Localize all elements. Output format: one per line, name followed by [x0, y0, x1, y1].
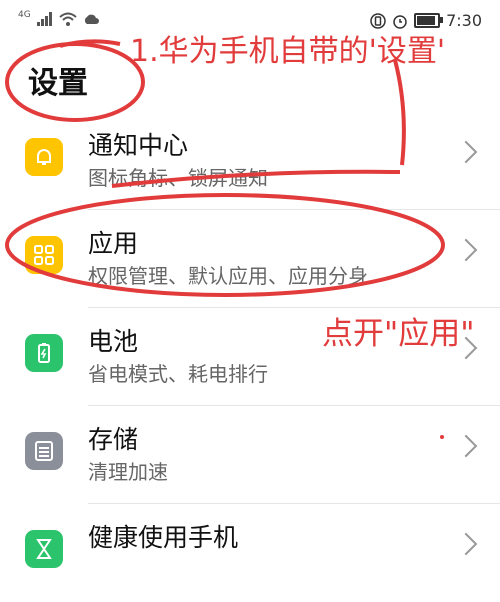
annotation-step2: 点开"应用": [322, 316, 475, 352]
apps-grid-icon: [25, 236, 63, 274]
settings-item-digital-balance[interactable]: 健康使用手机: [0, 504, 500, 602]
chevron-right-icon: [454, 140, 478, 164]
settings-list: 通知中心 图标角标、锁屏通知 应用 权限管理、默认应用、应用分身 电池 省电模式…: [0, 112, 500, 602]
item-label: 电池: [88, 327, 139, 356]
item-label: 健康使用手机: [88, 523, 239, 552]
signal-icon: [36, 12, 52, 26]
clock: 7:30: [446, 11, 482, 30]
hourglass-icon: [25, 530, 63, 568]
chevron-right-icon: [454, 532, 478, 556]
chevron-right-icon: [454, 434, 478, 458]
page-title: 设置: [28, 66, 88, 101]
item-subtitle: 图标角标、锁屏通知: [88, 166, 268, 190]
item-label: 存储: [88, 425, 139, 454]
item-subtitle: 权限管理、默认应用、应用分身: [88, 264, 368, 288]
battery-fill: [417, 16, 435, 25]
cloud-icon: [84, 14, 99, 24]
storage-icon: [25, 432, 63, 470]
chevron-right-icon: [454, 238, 478, 262]
annotation-stroke-top: [59, 39, 121, 48]
battery-icon: [25, 334, 63, 372]
wifi-icon: [59, 12, 77, 26]
item-label: 应用: [88, 229, 139, 258]
item-subtitle: 省电模式、耗电排行: [88, 362, 268, 386]
item-label: 通知中心: [88, 131, 189, 160]
item-subtitle: 清理加速: [88, 460, 168, 484]
settings-item-apps[interactable]: 应用 权限管理、默认应用、应用分身: [0, 210, 500, 308]
annotation-step1: 1.华为手机自带的'设置': [130, 34, 446, 69]
settings-item-storage[interactable]: 存储 清理加速: [0, 406, 500, 504]
network-type: 4G: [18, 10, 31, 20]
bell-icon: [25, 138, 63, 176]
settings-item-notification-center[interactable]: 通知中心 图标角标、锁屏通知: [0, 112, 500, 210]
status-left: 4G: [18, 10, 99, 26]
